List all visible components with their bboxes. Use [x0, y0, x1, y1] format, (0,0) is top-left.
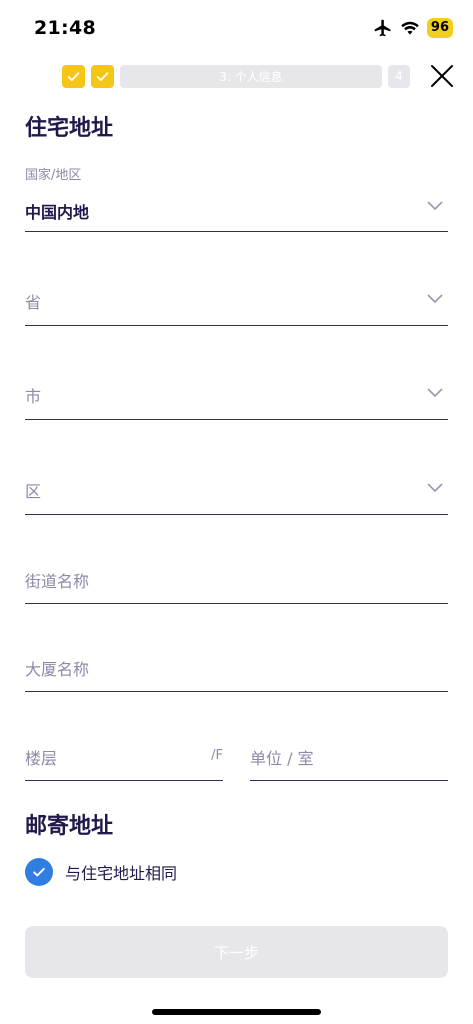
checkbox-checked[interactable]	[25, 858, 53, 886]
province-select[interactable]: 省	[25, 270, 448, 326]
airplane-icon	[374, 19, 391, 37]
close-icon[interactable]	[428, 62, 456, 90]
same-as-residential-label: 与住宅地址相同	[65, 864, 178, 883]
step-next: 4	[388, 64, 410, 88]
floor-suffix: /F	[211, 748, 223, 763]
city-placeholder: 市	[25, 387, 42, 406]
battery-indicator: 96	[426, 18, 453, 38]
district-select[interactable]: 区	[25, 459, 448, 515]
region-label: 国家/地区	[25, 168, 82, 183]
region-value: 中国内地	[25, 203, 90, 222]
chevron-down-icon	[427, 201, 443, 211]
province-placeholder: 省	[25, 293, 42, 312]
progress-steps: 3. 个人信息 4	[62, 64, 410, 88]
city-select[interactable]: 市	[25, 364, 448, 420]
step-1-complete	[62, 64, 85, 88]
unit-input[interactable]: 单位 / 室	[250, 727, 448, 781]
status-time: 21:48	[34, 17, 96, 39]
district-placeholder: 区	[25, 482, 42, 501]
status-icons: 96	[373, 18, 453, 38]
home-indicator	[152, 1009, 321, 1015]
chevron-down-icon	[427, 388, 443, 398]
unit-placeholder: 单位 / 室	[250, 749, 314, 768]
wifi-icon	[401, 21, 419, 35]
check-icon	[67, 71, 80, 81]
region-select[interactable]: 国家/地区 中国内地	[25, 160, 448, 232]
same-as-residential-checkbox[interactable]: 与住宅地址相同	[25, 858, 177, 886]
building-name-input[interactable]: 大厦名称	[25, 638, 448, 692]
building-name-placeholder: 大厦名称	[25, 660, 90, 679]
floor-placeholder: 楼层	[25, 749, 58, 768]
step-current: 3. 个人信息	[120, 64, 382, 88]
street-name-placeholder: 街道名称	[25, 572, 90, 591]
chevron-down-icon	[427, 483, 443, 493]
check-icon	[96, 71, 109, 81]
check-icon	[33, 867, 45, 877]
next-button[interactable]: 下一步	[25, 926, 448, 978]
step-2-complete	[91, 64, 114, 88]
floor-input[interactable]: 楼层 /F	[25, 727, 223, 781]
mailing-address-title: 邮寄地址	[25, 814, 114, 839]
status-bar: 21:48 96	[0, 0, 473, 50]
street-name-input[interactable]: 街道名称	[25, 550, 448, 604]
chevron-down-icon	[427, 294, 443, 304]
residential-address-title: 住宅地址	[25, 116, 114, 141]
